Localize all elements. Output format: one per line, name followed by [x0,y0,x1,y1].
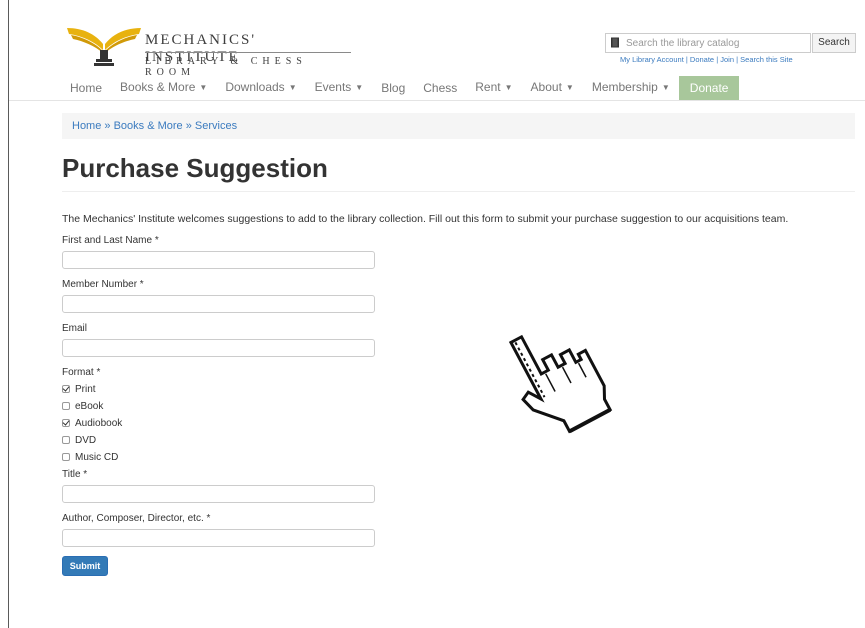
email-label: Email [62,323,88,334]
name-label: First and Last Name * [62,235,159,246]
email-field[interactable] [62,339,375,357]
nav-item-membership[interactable]: Membership ▼ [583,75,679,101]
breadcrumb-books-more[interactable]: Books & More [114,120,183,132]
nav-label: Books & More [120,80,196,94]
nav-item-events[interactable]: Events ▼ [306,75,373,101]
separator: | [716,55,719,64]
nav-label: Membership [591,80,658,94]
breadcrumb-separator: » [182,120,195,132]
window-frame-edge [0,0,9,628]
breadcrumb: Home » Books & More » Services [62,113,855,139]
title-divider [62,191,855,192]
catalog-search-box [605,33,811,53]
caret-down-icon: ▼ [199,83,208,92]
intro-text: The Mechanics' Institute welcomes sugges… [62,213,789,225]
format-option-music-cd[interactable]: Music CD [62,450,118,464]
caret-down-icon: ▼ [661,83,670,92]
nav-item-blog[interactable]: Blog [372,76,414,100]
nav-item-donate[interactable]: Donate [678,76,740,100]
caret-down-icon: ▼ [355,83,364,92]
nav-item-books-more[interactable]: Books & More ▼ [111,75,216,101]
nav-label: Downloads [225,80,285,94]
link-join[interactable]: Join [720,55,734,64]
author-label: Author, Composer, Director, etc. * [62,513,211,524]
submit-button[interactable]: Submit [62,556,108,576]
name-field[interactable] [62,251,375,269]
breadcrumb-trail: Home » Books & More » Services [72,120,237,132]
checkbox-label: eBook [75,400,104,412]
catalog-search-input[interactable] [626,34,806,52]
format-option-ebook[interactable]: eBook [62,399,103,413]
member-number-field[interactable] [62,295,375,313]
link-search-site[interactable]: Search this Site [740,55,793,64]
format-option-print[interactable]: Print [62,382,96,396]
nav-item-about[interactable]: About ▼ [522,75,583,101]
author-field[interactable] [62,529,375,547]
logo-divider [145,52,351,53]
checkbox-label: Audiobook [75,417,123,429]
link-donate[interactable]: Donate [690,55,714,64]
nav-label: Blog [381,81,406,95]
checkbox-print[interactable] [62,385,70,393]
breadcrumb-separator: » [101,120,114,132]
breadcrumb-home[interactable]: Home [72,120,101,132]
nav-label: About [530,80,562,94]
main-nav: Home Books & More ▼ Downloads ▼ Events ▼ Bl… [61,75,740,101]
caret-down-icon: ▼ [565,83,574,92]
search-button[interactable]: Search [812,33,856,53]
site-header: MECHANICS' INSTITUTE LIBRARY & CHESS ROO… [9,0,865,101]
title-label: Title * [62,469,88,480]
book-icon [611,37,619,48]
separator: | [736,55,739,64]
utility-links: My Library Account | Donate | Join | Sea… [620,55,793,64]
logo-emblem-icon [67,28,141,66]
link-my-library-account[interactable]: My Library Account [620,55,684,64]
checkbox-label: DVD [75,434,97,446]
format-option-dvd[interactable]: DVD [62,433,96,447]
separator: | [685,55,688,64]
nav-label: Events [314,80,352,94]
format-option-audiobook[interactable]: Audiobook [62,416,122,430]
nav-label: Chess [423,81,458,95]
hand-pointer-icon [508,334,613,434]
checkbox-ebook[interactable] [62,402,70,410]
checkbox-label: Music CD [75,451,119,463]
checkbox-dvd[interactable] [62,436,70,444]
nav-label: Home [70,81,103,95]
member-number-label: Member Number * [62,279,144,290]
nav-item-home[interactable]: Home [61,76,111,100]
nav-item-rent[interactable]: Rent ▼ [466,75,521,101]
nav-item-chess[interactable]: Chess [414,76,466,100]
format-label: Format * [62,367,101,378]
caret-down-icon: ▼ [504,83,513,92]
nav-item-downloads[interactable]: Downloads ▼ [216,75,305,101]
site-logo[interactable]: MECHANICS' INSTITUTE LIBRARY & CHESS ROO… [65,20,355,78]
breadcrumb-services[interactable]: Services [195,120,237,132]
page-title: Purchase Suggestion [62,153,328,183]
checkbox-label: Print [75,383,96,395]
nav-label: Rent [475,80,501,94]
caret-down-icon: ▼ [288,83,297,92]
title-field[interactable] [62,485,375,503]
checkbox-music-cd[interactable] [62,453,70,461]
checkbox-audiobook[interactable] [62,419,70,427]
